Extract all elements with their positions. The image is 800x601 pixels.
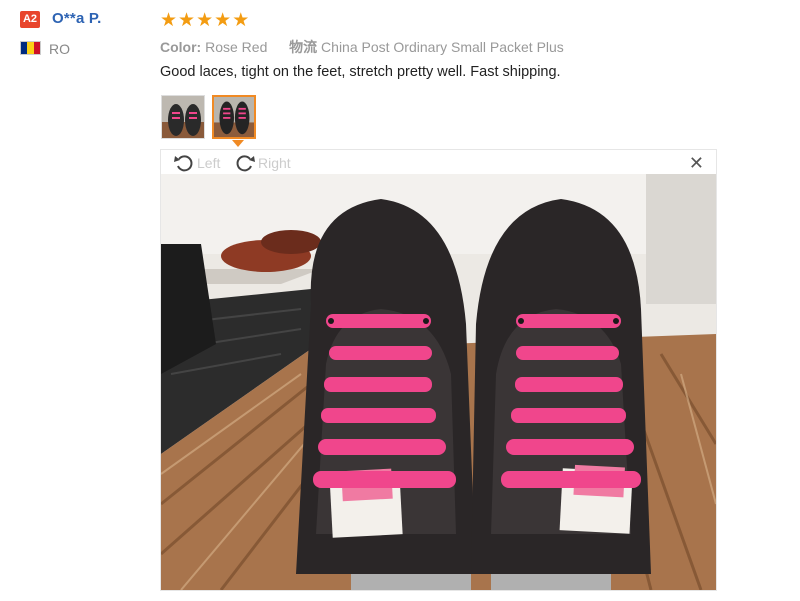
review-photo — [161, 174, 716, 590]
star-icon: ★ — [214, 10, 232, 31]
star-icon: ★ — [232, 10, 250, 31]
shipping-value: China Post Ordinary Small Packet Plus — [321, 39, 564, 55]
shipping-label: 物流 — [289, 39, 318, 55]
star-rating: ★ ★ ★ ★ ★ — [160, 11, 249, 30]
active-thumbnail-caret — [232, 140, 244, 147]
review-text: Good laces, tight on the feet, stretch p… — [160, 64, 561, 80]
color-value: Rose Red — [205, 39, 268, 55]
reviewer-name[interactable]: O**a P. — [52, 10, 102, 27]
review-thumbnail-active[interactable] — [212, 95, 256, 139]
rotate-left-icon — [174, 155, 193, 172]
rotate-right-label: Right — [258, 155, 291, 171]
country-flag-icon — [20, 41, 41, 55]
review-meta: Color: Rose Red 物流 China Post Ordinary S… — [160, 37, 564, 57]
star-icon: ★ — [160, 10, 178, 31]
rotate-left-label: Left — [197, 155, 221, 171]
rotate-right-icon — [236, 155, 255, 172]
color-label: Color: — [160, 39, 202, 55]
rotate-right-button[interactable]: Right — [234, 153, 291, 173]
rotate-left-button[interactable]: Left — [173, 153, 220, 173]
close-icon[interactable]: ✕ — [689, 154, 704, 172]
reviewer-country: RO — [49, 41, 70, 57]
review-thumbnail[interactable] — [161, 95, 205, 139]
image-viewer: Left Right ✕ — [160, 149, 717, 591]
reviewer-level-badge: A2 — [20, 11, 40, 28]
star-icon: ★ — [178, 10, 196, 31]
star-icon: ★ — [196, 10, 214, 31]
